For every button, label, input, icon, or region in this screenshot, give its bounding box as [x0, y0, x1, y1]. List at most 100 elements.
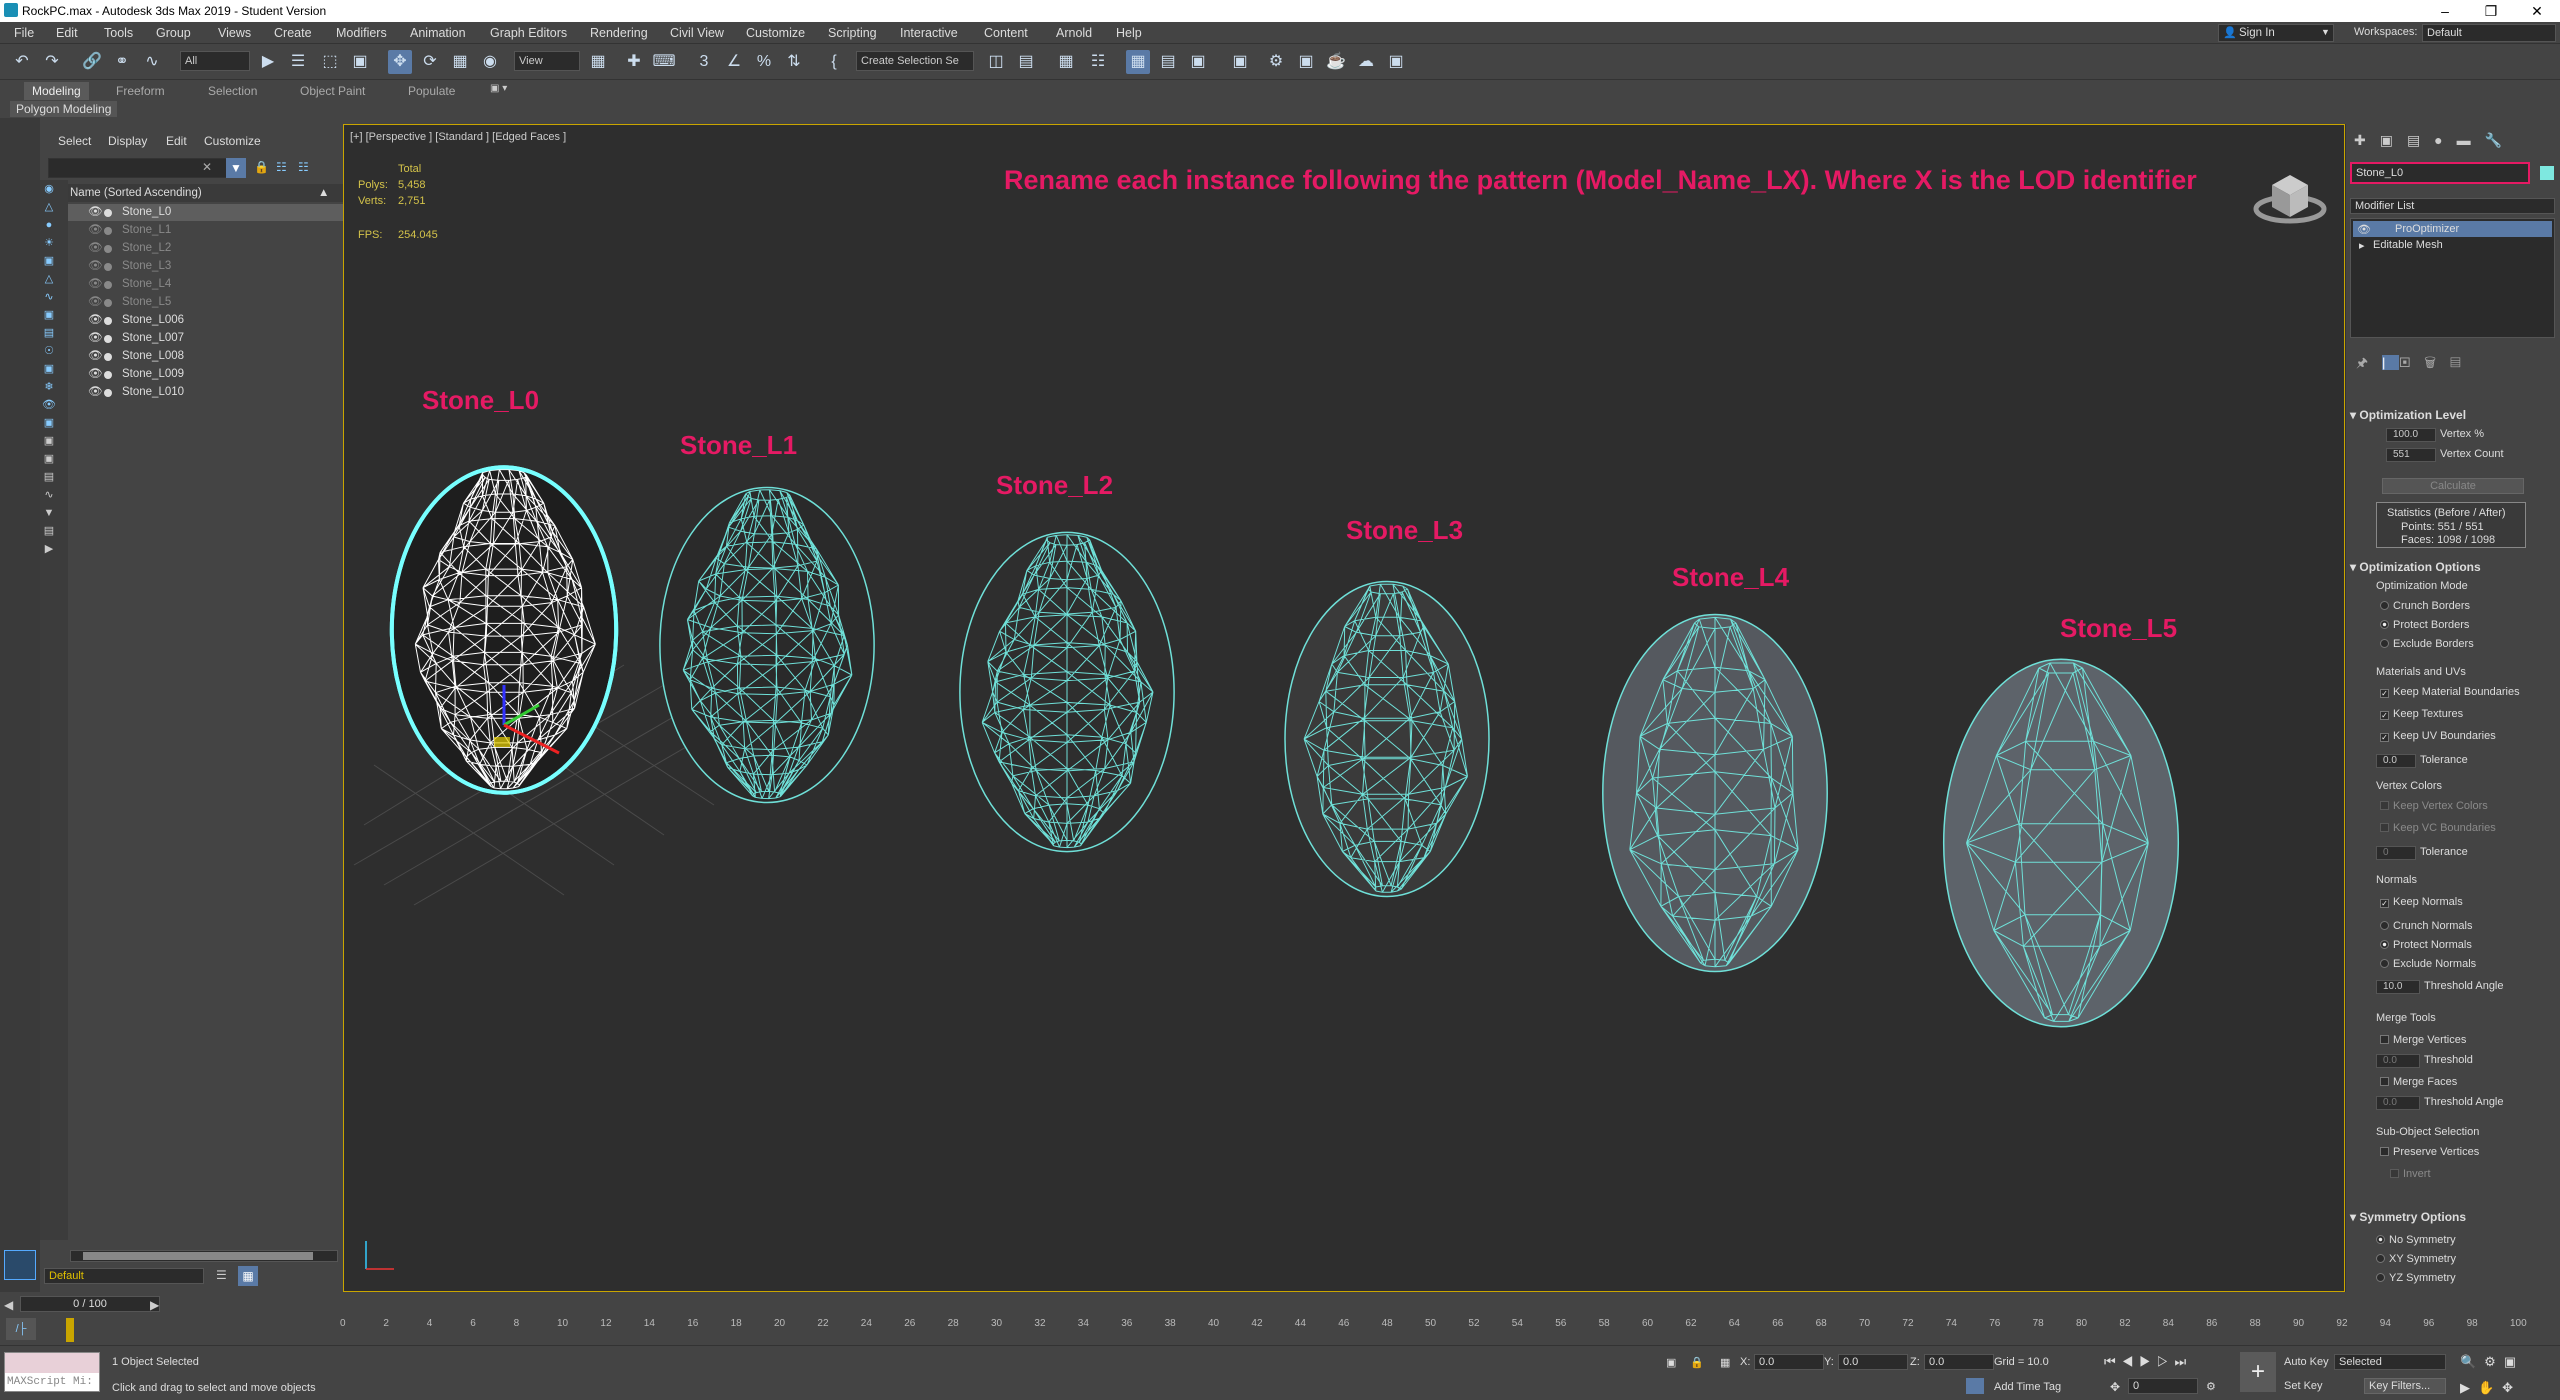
- render-dot-icon[interactable]: [104, 245, 112, 253]
- visibility-eye-icon[interactable]: 👁: [88, 204, 103, 221]
- bind-space-warp-icon[interactable]: ∿: [140, 50, 164, 74]
- stone-mesh-l5[interactable]: [1942, 658, 2180, 1028]
- visibility-eye-icon[interactable]: 👁: [88, 294, 103, 311]
- unlink-icon[interactable]: ⚭: [110, 50, 134, 74]
- stack-item-prooptimizer[interactable]: 👁 ProOptimizer: [2353, 221, 2552, 237]
- keep-vertex-colors-checkbox[interactable]: Keep Vertex Colors: [2380, 800, 2488, 812]
- display-shapes-icon[interactable]: ●: [40, 216, 58, 234]
- scale-icon[interactable]: ▦: [448, 50, 472, 74]
- menu-interactive[interactable]: Interactive: [896, 22, 962, 44]
- rotate-icon[interactable]: ⟳: [418, 50, 442, 74]
- timeline-next-icon[interactable]: ▶: [150, 1298, 159, 1312]
- merge-angle-spinner[interactable]: 0.0: [2376, 1096, 2420, 1110]
- crunch-normals-radio[interactable]: Crunch Normals: [2380, 920, 2472, 932]
- scene-explorer-settings-icon[interactable]: ▦: [238, 1266, 258, 1286]
- maxscript-input[interactable]: MAXScript Mi:: [5, 1373, 99, 1391]
- filter-icon[interactable]: ▼: [226, 158, 246, 178]
- tab-display[interactable]: Display: [108, 134, 147, 148]
- key-mode-toggle[interactable]: /├: [6, 1318, 36, 1340]
- display-groups-icon[interactable]: ▣: [40, 306, 58, 324]
- command-panel-tabs[interactable]: ✚▣▤●▬🔧: [2354, 132, 2516, 149]
- modifier-list-dropdown[interactable]: Modifier List: [2350, 198, 2555, 214]
- menu-civil-view[interactable]: Civil View: [666, 22, 728, 44]
- menu-customize[interactable]: Customize: [742, 22, 809, 44]
- key-filter-selection-dropdown[interactable]: Selected: [2334, 1354, 2446, 1370]
- time-tag-icon[interactable]: [1966, 1378, 1984, 1394]
- expand-icon[interactable]: ▸: [2359, 239, 2365, 252]
- select-manipulate-icon[interactable]: ✚: [622, 50, 646, 74]
- display-geometry-icon[interactable]: △: [40, 198, 58, 216]
- reference-coordinate-dropdown[interactable]: View: [514, 51, 580, 71]
- render-dot-icon[interactable]: [104, 209, 112, 217]
- tab-object-paint[interactable]: Object Paint: [292, 82, 373, 100]
- keep-material-boundaries-checkbox[interactable]: ✓ Keep Material Boundaries: [2380, 686, 2520, 698]
- menu-arnold[interactable]: Arnold: [1052, 22, 1096, 44]
- curve-editor-icon[interactable]: ▤: [1156, 50, 1180, 74]
- render-dot-icon[interactable]: [104, 371, 112, 379]
- key-filters-button[interactable]: Key Filters...: [2364, 1378, 2446, 1394]
- merge-faces-checkbox[interactable]: Merge Faces: [2380, 1076, 2457, 1088]
- protect-normals-radio[interactable]: Protect Normals: [2380, 939, 2472, 951]
- ribbon-toggle-icon[interactable]: ▦: [1126, 50, 1150, 74]
- set-key-button[interactable]: Set Key: [2284, 1380, 2323, 1392]
- stone-mesh-l1[interactable]: [659, 486, 875, 804]
- place-icon[interactable]: ◉: [478, 50, 502, 74]
- rollout-optimization-options[interactable]: ▾ Optimization Options: [2350, 560, 2481, 574]
- toggle-scene-explorer-icon[interactable]: ▦: [1054, 50, 1078, 74]
- scene-row[interactable]: 👁Stone_L4❄: [68, 276, 368, 293]
- tab-freeform[interactable]: Freeform: [108, 82, 173, 100]
- no-symmetry-radio[interactable]: No Symmetry: [2376, 1234, 2456, 1246]
- keyboard-shortcut-icon[interactable]: ⌨: [652, 50, 676, 74]
- undo-icon[interactable]: ↶: [10, 50, 34, 74]
- menu-create[interactable]: Create: [270, 22, 316, 44]
- merge-threshold-spinner[interactable]: 0.0: [2376, 1054, 2420, 1068]
- named-selection-dropdown[interactable]: Create Selection Se: [856, 51, 974, 71]
- stack-item-editable-mesh[interactable]: ▸ Editable Mesh: [2353, 239, 2552, 253]
- keep-textures-checkbox[interactable]: ✓ Keep Textures: [2380, 708, 2463, 720]
- invert-display-icon[interactable]: ▣: [40, 432, 58, 450]
- exclude-borders-radio[interactable]: Exclude Borders: [2380, 638, 2474, 650]
- invert-checkbox[interactable]: Invert: [2390, 1168, 2431, 1180]
- scene-row[interactable]: 👁Stone_L3❄: [68, 258, 368, 275]
- menu-graph-editors[interactable]: Graph Editors: [486, 22, 571, 44]
- scene-row[interactable]: 👁Stone_L5❄: [68, 294, 368, 311]
- render-production-icon[interactable]: ☕: [1324, 50, 1348, 74]
- ribbon-options-icon[interactable]: ▣ ▾: [490, 83, 507, 94]
- render-dot-icon[interactable]: [104, 389, 112, 397]
- scene-row[interactable]: 👁Stone_L008❄: [68, 348, 368, 365]
- display-xrefs-icon[interactable]: ▤: [40, 324, 58, 342]
- time-slider[interactable]: 0 / 100: [20, 1296, 160, 1312]
- render-dot-icon[interactable]: [104, 227, 112, 235]
- maxscript-listener[interactable]: MAXScript Mi:: [4, 1352, 100, 1392]
- spinner-snap-icon[interactable]: ⇅: [782, 50, 806, 74]
- lock-icon[interactable]: 🔒: [254, 160, 269, 174]
- vertex-percent-spinner[interactable]: 100.0: [2386, 428, 2436, 442]
- keep-uv-boundaries-checkbox[interactable]: ✓ Keep UV Boundaries: [2380, 730, 2496, 742]
- link-icon[interactable]: 🔗: [80, 50, 104, 74]
- selection-filter-dropdown[interactable]: All: [180, 51, 250, 71]
- angle-snap-icon[interactable]: ∠: [722, 50, 746, 74]
- mirror-icon[interactable]: ◫: [984, 50, 1008, 74]
- tab-select[interactable]: Select: [58, 134, 91, 148]
- rollout-optimization-level[interactable]: ▾ Optimization Level: [2350, 408, 2466, 422]
- rendered-frame-window-icon[interactable]: ▣: [1294, 50, 1318, 74]
- eye-icon[interactable]: 👁: [2357, 223, 2371, 236]
- viewport-nav-controls-2[interactable]: ▶✋✥: [2460, 1380, 2521, 1396]
- menu-content[interactable]: Content: [980, 22, 1032, 44]
- display-children-icon[interactable]: ▣: [40, 450, 58, 468]
- rollout-symmetry-options[interactable]: ▾ Symmetry Options: [2350, 1210, 2466, 1224]
- menu-help[interactable]: Help: [1112, 22, 1146, 44]
- edit-named-selection-icon[interactable]: {: [822, 50, 846, 74]
- filter-funnel-icon[interactable]: ▼: [40, 504, 58, 522]
- scene-row[interactable]: 👁Stone_L0❄: [68, 204, 368, 221]
- stone-mesh-l3[interactable]: [1284, 580, 1490, 898]
- scrollbar-thumb[interactable]: [83, 1252, 313, 1260]
- display-helpers-icon[interactable]: △: [40, 270, 58, 288]
- layer-stack-icon[interactable]: ☰: [216, 1268, 227, 1282]
- display-none-icon[interactable]: ◉: [40, 180, 58, 198]
- auto-key-button[interactable]: Auto Key: [2284, 1356, 2329, 1368]
- material-editor-icon[interactable]: ▣: [1228, 50, 1252, 74]
- render-cloud-icon[interactable]: ☁: [1354, 50, 1378, 74]
- render-dot-icon[interactable]: [104, 281, 112, 289]
- minimize-button[interactable]: –: [2422, 0, 2468, 22]
